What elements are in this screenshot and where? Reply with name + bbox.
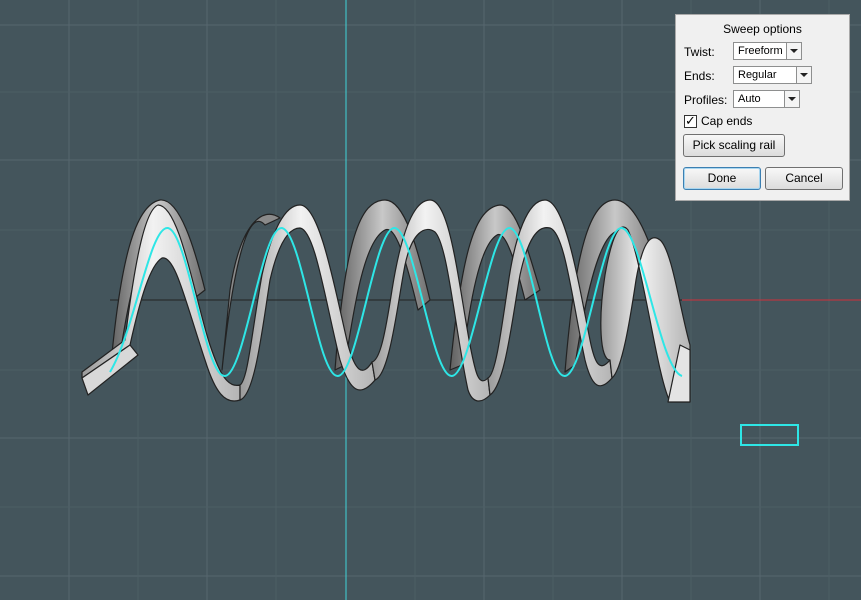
ends-label: Ends:: [684, 69, 715, 83]
selection-marker[interactable]: [740, 424, 799, 446]
sweep-options-panel: Sweep options Twist: Freeform Ends: Regu…: [675, 14, 850, 201]
twist-dropdown[interactable]: Freeform: [733, 42, 802, 60]
cancel-button[interactable]: Cancel: [765, 167, 843, 190]
ends-value: Regular: [738, 69, 777, 81]
twist-value: Freeform: [738, 45, 783, 57]
cap-ends-label[interactable]: Cap ends: [701, 114, 752, 128]
chevron-down-icon[interactable]: [796, 67, 811, 83]
done-button[interactable]: Done: [683, 167, 761, 190]
chevron-down-icon[interactable]: [784, 91, 799, 107]
twist-label: Twist:: [684, 45, 715, 59]
profiles-dropdown[interactable]: Auto: [733, 90, 800, 108]
checkmark-icon: ✓: [685, 113, 696, 128]
profiles-value: Auto: [738, 93, 761, 105]
profiles-label: Profiles:: [684, 93, 728, 107]
ends-dropdown[interactable]: Regular: [733, 66, 812, 84]
cap-ends-checkbox[interactable]: ✓: [684, 113, 697, 128]
chevron-down-icon[interactable]: [786, 43, 801, 59]
panel-title: Sweep options: [723, 22, 802, 36]
pick-scaling-rail-button[interactable]: Pick scaling rail: [683, 134, 785, 157]
